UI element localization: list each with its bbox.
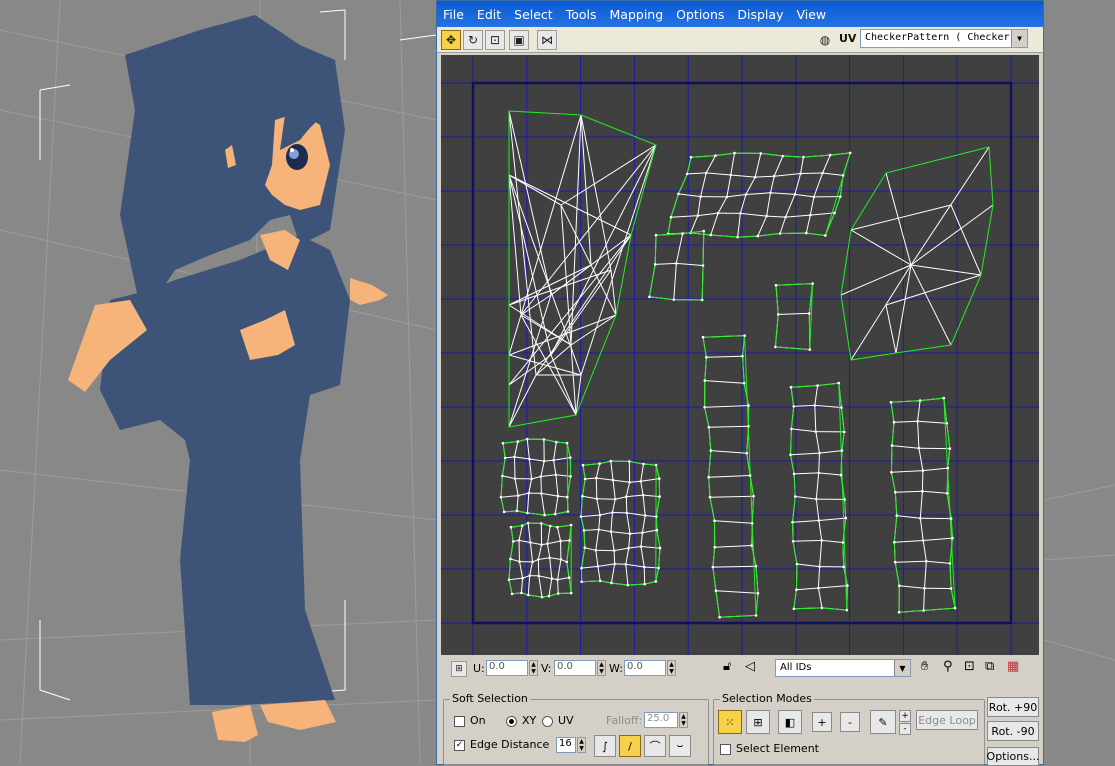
uv-editor-window: File Edit Select Tools Mapping Options D… (436, 0, 1044, 765)
xy-radio[interactable] (506, 716, 517, 727)
character-foot-right (260, 700, 336, 730)
uv-label: UV (839, 32, 856, 45)
paint-select-icon[interactable]: ◁ (745, 659, 755, 674)
uv-canvas[interactable] (441, 55, 1039, 655)
loop-grow-button[interactable]: + (899, 710, 911, 722)
scale-icon[interactable]: ⊡ (485, 30, 505, 50)
chevron-down-icon[interactable]: ▼ (1011, 30, 1027, 47)
w-field[interactable]: 0.0 (624, 660, 666, 676)
map-select-value: CheckerPattern ( Checker ) (865, 32, 1022, 43)
edge-loop-button[interactable]: Edge Loop (916, 710, 978, 730)
id-select[interactable]: All IDs ▼ (775, 659, 911, 677)
shrink-selection-button[interactable]: - (840, 712, 860, 732)
w-spinner[interactable]: ▲▼ (667, 660, 676, 676)
menu-display[interactable]: Display (737, 7, 783, 22)
edge-loop-icon[interactable]: ✎ (870, 710, 896, 734)
character-foot-left (212, 705, 258, 742)
rotate-minus-90-button[interactable]: Rot. -90 (987, 721, 1039, 741)
menu-options[interactable]: Options (676, 7, 724, 22)
freeform-icon[interactable]: ▣ (509, 30, 529, 50)
uv-status-bar: ⊞ U: 0.0 ▲▼ V: 0.0 ▲▼ W: 0.0 ▲▼ 🔓︎ ◁ All… (437, 656, 1043, 682)
menu-file[interactable]: File (443, 7, 464, 22)
uv-toolbar: ✥ ↻ ⊡ ▣ ⋈ ◍ UV CheckerPattern ( Checker … (437, 27, 1043, 53)
edge-mode-icon[interactable]: ⊞ (746, 710, 770, 734)
move-icon[interactable]: ✥ (441, 30, 461, 50)
loop-shrink-button[interactable]: - (899, 723, 911, 735)
snap-icon[interactable]: ▦ (1007, 659, 1019, 674)
menu-view[interactable]: View (796, 7, 826, 22)
edge-distance-spinner[interactable]: ▲▼ (577, 737, 586, 753)
lock-icon[interactable]: 🔓︎ (723, 659, 731, 674)
rotate-icon[interactable]: ↻ (463, 30, 483, 50)
soft-selection-group: Soft Selection On XY UV Falloff: 25.0 ▲▼… (443, 699, 709, 765)
uv-radio[interactable] (542, 716, 553, 727)
v-label: V: (541, 662, 551, 675)
zoom-region-icon[interactable]: ⊡ (964, 659, 975, 674)
options-button[interactable]: Options... (987, 747, 1039, 766)
uv-layout (441, 55, 1039, 655)
w-label: W: (609, 662, 623, 675)
absolute-offset-icon[interactable]: ⊞ (451, 661, 467, 677)
falloff-slow-icon[interactable]: ⌒ (644, 735, 666, 757)
character-right-hand (350, 278, 388, 305)
menu-tools[interactable]: Tools (566, 7, 597, 22)
falloff-field[interactable]: 25.0 (644, 712, 678, 728)
soft-selection-on-label: On (470, 714, 486, 727)
grow-selection-button[interactable]: + (812, 712, 832, 732)
falloff-smooth-icon[interactable]: ∫ (594, 735, 616, 757)
falloff-value: 25.0 (647, 713, 669, 724)
vertex-mode-icon[interactable]: ⁙ (718, 710, 742, 734)
menu-select[interactable]: Select (514, 7, 553, 22)
u-value: 0.0 (489, 661, 505, 672)
falloff-linear-icon[interactable]: / (619, 735, 641, 757)
soft-selection-title: Soft Selection (450, 692, 530, 705)
character-body (100, 235, 350, 705)
edge-distance-checkbox[interactable]: ✓ (454, 740, 465, 751)
v-spinner[interactable]: ▲▼ (597, 660, 606, 676)
pan-icon[interactable]: ✋︎ (921, 659, 928, 674)
mirror-icon[interactable]: ⋈ (537, 30, 557, 50)
v-field[interactable]: 0.0 (554, 660, 596, 676)
edge-distance-field[interactable]: 16 (556, 737, 576, 753)
uv-radio-label: UV (558, 714, 574, 727)
xy-label: XY (522, 714, 536, 727)
chevron-down-icon[interactable]: ▼ (894, 660, 910, 676)
w-value: 0.0 (627, 661, 643, 672)
edge-distance-value: 16 (559, 738, 572, 749)
select-element-checkbox[interactable] (720, 744, 731, 755)
selection-modes-group: Selection Modes ⁙ ⊞ ◧ + - ✎ + - Edge Loo… (713, 699, 985, 765)
checker-sphere-icon[interactable]: ◍ (815, 30, 835, 50)
u-label: U: (473, 662, 485, 675)
menu-mapping[interactable]: Mapping (610, 7, 664, 22)
face-mode-icon[interactable]: ◧ (778, 710, 802, 734)
select-element-label: Select Element (736, 742, 819, 755)
v-value: 0.0 (557, 661, 573, 672)
menu-edit[interactable]: Edit (477, 7, 501, 22)
soft-selection-on-checkbox[interactable] (454, 716, 465, 727)
u-spinner[interactable]: ▲▼ (529, 660, 538, 676)
id-select-value: All IDs (780, 662, 811, 673)
zoom-icon[interactable]: ⚲ (943, 659, 953, 674)
selection-modes-title: Selection Modes (720, 692, 814, 705)
menu-bar: File Edit Select Tools Mapping Options D… (437, 1, 1043, 27)
falloff-label: Falloff: (606, 714, 642, 727)
falloff-fast-icon[interactable]: ⌣ (669, 735, 691, 757)
zoom-extents-icon[interactable]: ⧉ (985, 659, 994, 674)
edge-distance-label: Edge Distance (470, 738, 549, 751)
falloff-spinner[interactable]: ▲▼ (679, 712, 688, 728)
edge-distance-checkmark: ✓ (456, 740, 464, 750)
map-select[interactable]: CheckerPattern ( Checker ) ▼ (860, 29, 1028, 48)
u-field[interactable]: 0.0 (486, 660, 528, 676)
rotate-plus-90-button[interactable]: Rot. +90 (987, 697, 1039, 717)
